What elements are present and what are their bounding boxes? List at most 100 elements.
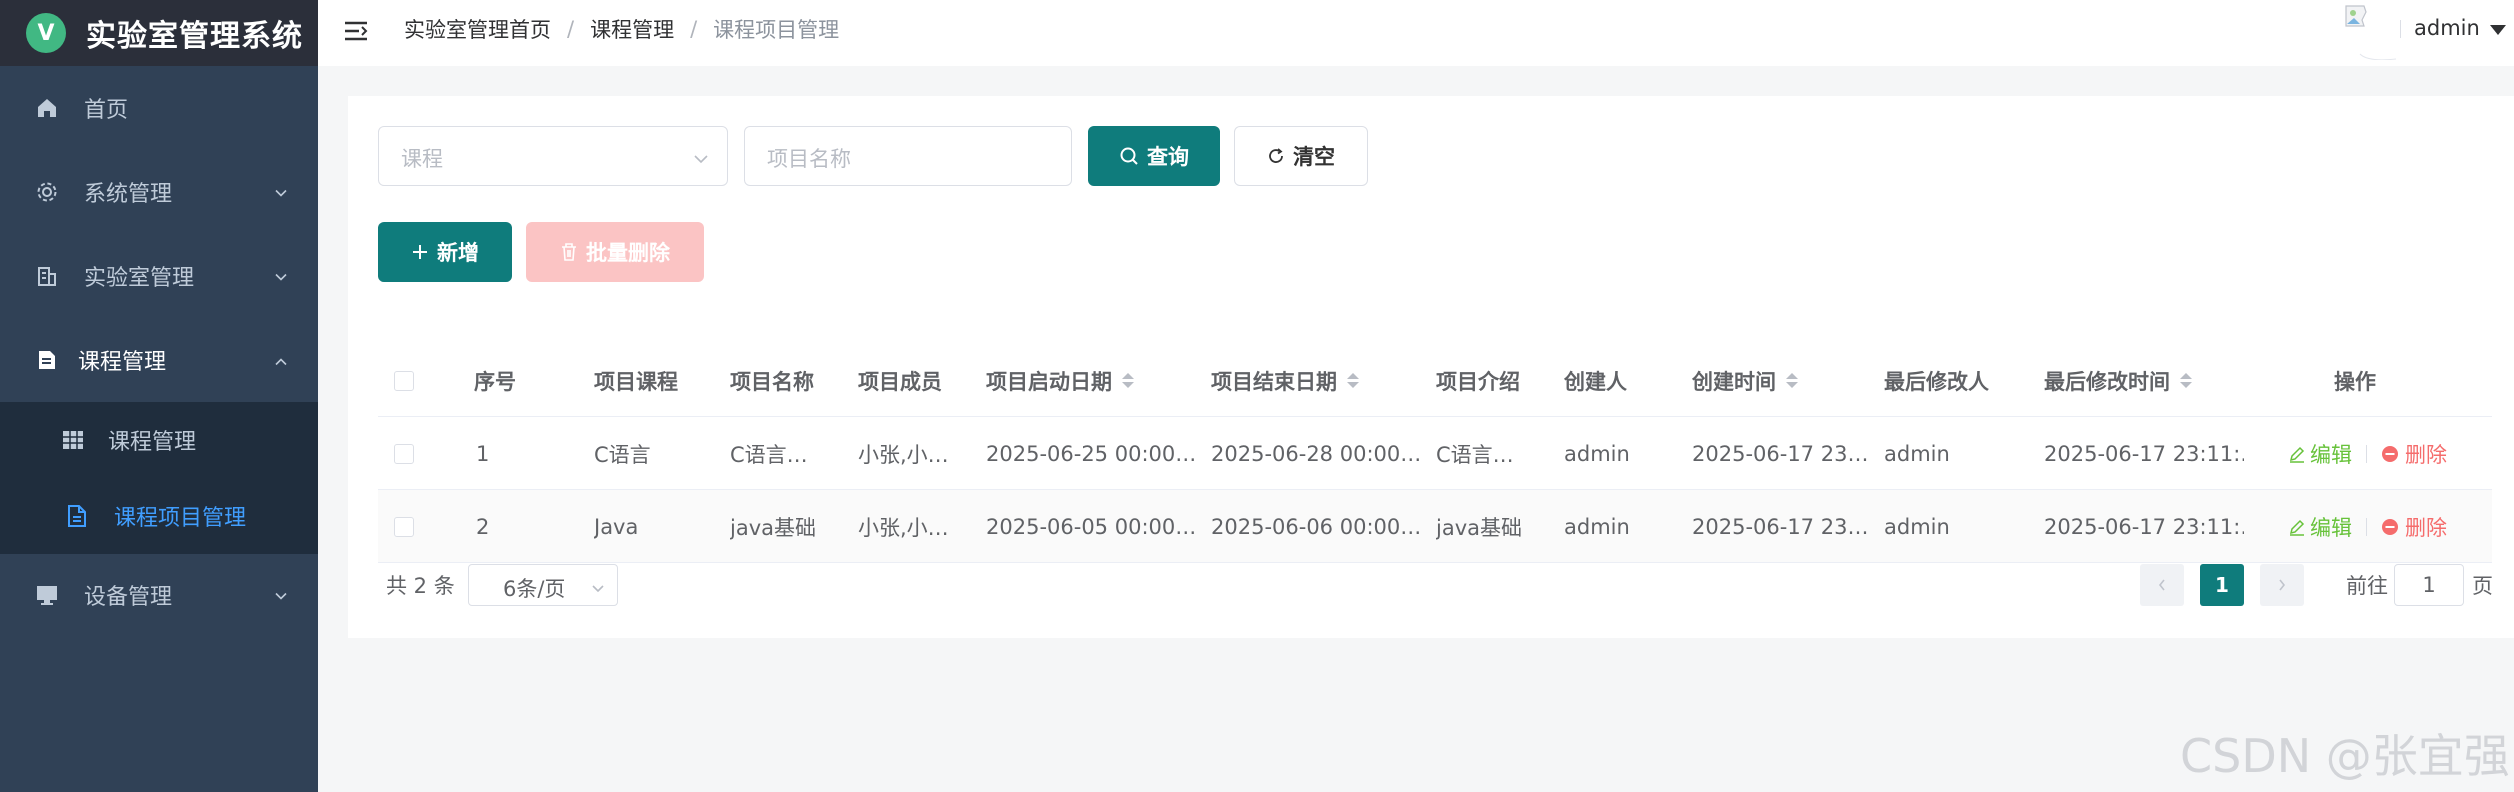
header-index: 序号 bbox=[474, 369, 516, 394]
pagination-total: 共 2 条 bbox=[386, 574, 455, 598]
logo-letter: V bbox=[37, 20, 55, 46]
breadcrumb-separator: / bbox=[690, 17, 698, 41]
cell-created-time: 2025-06-17 23… bbox=[1692, 514, 1869, 539]
sidebar-item-home[interactable]: 首页 bbox=[0, 66, 318, 150]
user-name[interactable]: admin bbox=[2414, 16, 2480, 40]
header-start-date[interactable]: 项目启动日期 bbox=[986, 344, 1196, 417]
breadcrumb-home[interactable]: 实验室管理首页 bbox=[404, 14, 551, 44]
page-size-select[interactable]: 6条/页 bbox=[468, 564, 618, 606]
sort-icon[interactable] bbox=[1786, 373, 1798, 388]
cell-end-date: 2025-06-28 00:00… bbox=[1211, 441, 1422, 466]
submenu-course: 课程管理 课程项目管理 bbox=[0, 402, 318, 554]
header-actions: 操作 bbox=[2334, 369, 2376, 394]
chevron-down-icon bbox=[274, 583, 288, 608]
cell-created-time: 2025-06-17 23… bbox=[1692, 441, 1869, 466]
edit-label: 编辑 bbox=[2310, 442, 2352, 467]
sort-icon[interactable] bbox=[1347, 373, 1359, 388]
refresh-icon bbox=[1267, 147, 1285, 165]
goto-page-input[interactable]: 1 bbox=[2394, 564, 2464, 606]
edit-button[interactable]: 编辑 bbox=[2288, 439, 2352, 469]
add-button[interactable]: 新增 bbox=[378, 222, 512, 282]
divider bbox=[2366, 444, 2367, 463]
cell-start-date: 2025-06-25 00:00… bbox=[986, 441, 1197, 466]
course-select[interactable]: 课程 bbox=[378, 126, 728, 186]
sidebar-item-device[interactable]: 设备管理 bbox=[0, 554, 318, 636]
monitor-icon bbox=[34, 582, 60, 608]
edit-label: 编辑 bbox=[2310, 515, 2352, 540]
header-modified-time-label: 最后修改时间 bbox=[2044, 369, 2170, 394]
building-icon bbox=[34, 263, 60, 289]
caret-down-icon[interactable] bbox=[2490, 25, 2506, 35]
sidebar-item-label: 课程管理 bbox=[108, 430, 197, 455]
sidebar-item-lab[interactable]: 实验室管理 bbox=[0, 234, 318, 318]
cell-end-date: 2025-06-06 00:00… bbox=[1211, 514, 1422, 539]
sidebar-item-course-project[interactable]: 课程项目管理 bbox=[0, 478, 318, 554]
sidebar: V 实验室管理系统 首页 系统管理 实验室管理 课程管理 课程管理 课程项目管理… bbox=[0, 0, 318, 792]
page-number-current[interactable]: 1 bbox=[2200, 564, 2244, 606]
hamburger-menu-icon[interactable] bbox=[342, 17, 372, 47]
query-button-label: 查询 bbox=[1147, 145, 1189, 169]
sort-icon[interactable] bbox=[2180, 373, 2192, 388]
clear-button-label: 清空 bbox=[1293, 145, 1335, 169]
cell-modifier: admin bbox=[1884, 514, 1950, 539]
header-modified-time[interactable]: 最后修改时间 bbox=[2044, 344, 2244, 417]
header-name: 项目名称 bbox=[730, 369, 814, 394]
gear-icon bbox=[34, 179, 60, 205]
page-size-value: 6条/页 bbox=[503, 577, 566, 601]
sidebar-item-system[interactable]: 系统管理 bbox=[0, 150, 318, 234]
cell-creator: admin bbox=[1564, 514, 1630, 539]
prev-page-button[interactable] bbox=[2140, 564, 2184, 606]
query-button[interactable]: 查询 bbox=[1088, 126, 1220, 186]
sort-icon[interactable] bbox=[1122, 373, 1134, 388]
batch-delete-button-label: 批量删除 bbox=[586, 241, 670, 265]
sidebar-item-label: 课程项目管理 bbox=[114, 506, 247, 531]
batch-delete-button[interactable]: 批量删除 bbox=[526, 222, 704, 282]
sidebar-item-course-management[interactable]: 课程管理 bbox=[0, 402, 318, 478]
document-icon bbox=[34, 347, 60, 373]
trash-icon bbox=[560, 242, 578, 262]
header-created-time-label: 创建时间 bbox=[1692, 369, 1776, 394]
edit-icon bbox=[2289, 519, 2305, 536]
course-select-placeholder: 课程 bbox=[401, 147, 443, 171]
app-title: 实验室管理系统 bbox=[86, 19, 303, 54]
delete-button[interactable]: 删除 bbox=[2381, 512, 2447, 542]
home-icon bbox=[34, 95, 60, 121]
delete-label: 删除 bbox=[2405, 515, 2447, 540]
divider bbox=[2366, 517, 2367, 536]
row-checkbox[interactable] bbox=[394, 443, 414, 464]
file-text-icon bbox=[64, 503, 90, 529]
project-name-input[interactable]: 项目名称 bbox=[744, 126, 1072, 186]
project-name-placeholder: 项目名称 bbox=[767, 147, 851, 171]
breadcrumb-course[interactable]: 课程管理 bbox=[590, 14, 674, 44]
header-end-date[interactable]: 项目结束日期 bbox=[1211, 344, 1421, 417]
cell-members: 小张,小… bbox=[858, 442, 949, 467]
header-course: 项目课程 bbox=[594, 369, 678, 394]
logo-bar: V 实验室管理系统 bbox=[0, 0, 318, 66]
next-page-button[interactable] bbox=[2260, 564, 2304, 606]
row-checkbox[interactable] bbox=[394, 516, 414, 537]
breadcrumb-separator: / bbox=[567, 17, 575, 41]
cell-start-date: 2025-06-05 00:00… bbox=[986, 514, 1197, 539]
clear-button[interactable]: 清空 bbox=[1234, 126, 1368, 186]
header-created-time[interactable]: 创建时间 bbox=[1692, 344, 1872, 417]
table-header-row: 序号 项目课程 项目名称 项目成员 项目启动日期 项目结束日期 项目介绍 创建人… bbox=[378, 344, 2492, 417]
header-members: 项目成员 bbox=[858, 369, 942, 394]
watermark: CSDN @张宜强 bbox=[2180, 729, 2510, 783]
chevron-down-icon bbox=[591, 579, 605, 598]
header-start-date-label: 项目启动日期 bbox=[986, 369, 1112, 394]
delete-button[interactable]: 删除 bbox=[2381, 439, 2447, 469]
cell-intro: C语言… bbox=[1436, 442, 1514, 467]
cell-modified-time: 2025-06-17 23:11:… bbox=[2044, 441, 2244, 466]
cell-name: java基础 bbox=[730, 515, 816, 540]
select-all-checkbox[interactable] bbox=[394, 370, 414, 391]
chevron-down-icon bbox=[274, 264, 288, 289]
chevron-left-icon bbox=[2158, 579, 2165, 591]
header-end-date-label: 项目结束日期 bbox=[1211, 369, 1337, 394]
header-creator: 创建人 bbox=[1564, 369, 1627, 394]
sidebar-item-label: 系统管理 bbox=[84, 182, 173, 207]
edit-button[interactable]: 编辑 bbox=[2288, 512, 2352, 542]
edit-icon bbox=[2289, 446, 2305, 463]
avatar-broken-image-icon[interactable] bbox=[2340, 2, 2397, 61]
sidebar-item-label: 实验室管理 bbox=[84, 266, 195, 291]
sidebar-item-course[interactable]: 课程管理 bbox=[0, 318, 318, 402]
